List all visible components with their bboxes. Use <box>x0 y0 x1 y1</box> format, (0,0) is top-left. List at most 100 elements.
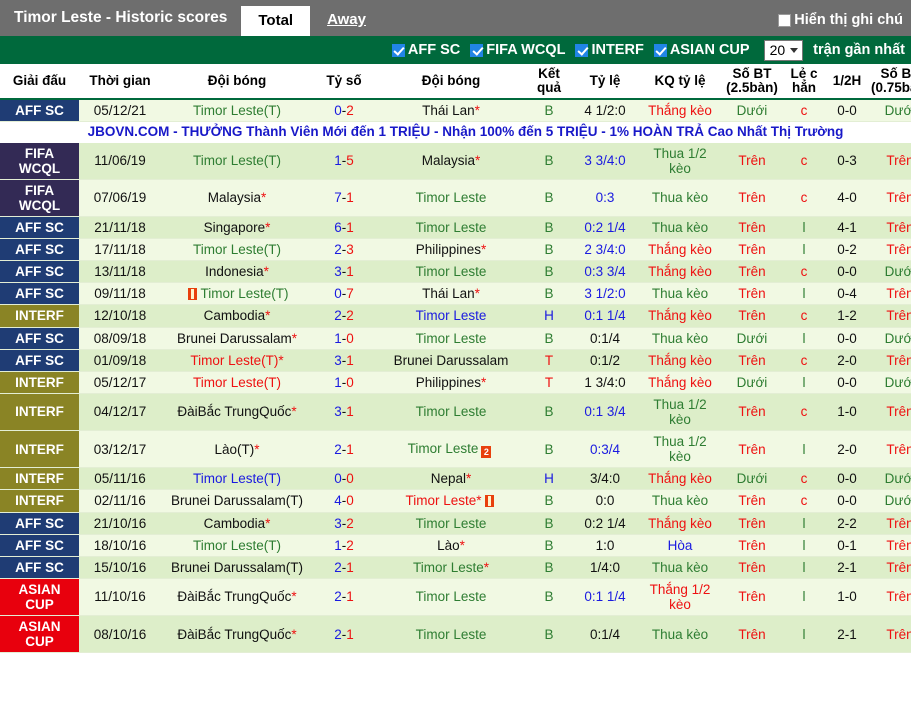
league-badge[interactable]: AFF SC <box>0 327 79 350</box>
away-team[interactable]: Brunei Darussalam <box>375 349 527 372</box>
table-row[interactable]: AFF SC 18/10/16 Timor Leste(T) 1-2 Lào* B 1:0 H… <box>0 534 911 557</box>
away-team[interactable]: Timor Leste <box>375 260 527 284</box>
table-row[interactable]: INTERF 03/12/17 Lào(T)* 2-1 Timor Leste 2 B 0:3… <box>0 430 911 469</box>
show-notes-checkbox[interactable] <box>778 13 792 27</box>
league-badge[interactable]: FIFA WCQL <box>0 179 79 218</box>
table-row[interactable]: AFF SC 21/10/16 Cambodia* 3-2 Timor Leste B 0:… <box>0 512 911 535</box>
col-score[interactable]: Tỷ số <box>313 64 375 101</box>
filter-interf[interactable]: INTERF <box>575 42 644 58</box>
league-badge[interactable]: AFF SC <box>0 534 79 557</box>
home-team[interactable]: Timor Leste(T) <box>161 238 313 262</box>
home-team[interactable]: ĐàiBắc TrungQuốc* <box>161 615 313 654</box>
league-badge[interactable]: INTERF <box>0 489 79 513</box>
col-odd-even[interactable]: Lẻ c hẳn <box>783 64 825 101</box>
league-badge[interactable]: AFF SC <box>0 99 79 123</box>
league-badge[interactable]: AFF SC <box>0 512 79 535</box>
home-team[interactable]: Cambodia* <box>161 512 313 535</box>
ad-banner-cell[interactable]: JBOVN.COM - THƯỞNG Thành Viên Mới đến 1 … <box>0 121 911 143</box>
home-team[interactable]: ĐàiBắc TrungQuốc* <box>161 393 313 432</box>
table-row[interactable]: FIFA WCQL 07/06/19 Malaysia* 7-1 Timor Leste… <box>0 179 911 218</box>
home-team[interactable]: Malaysia* <box>161 179 313 218</box>
home-team[interactable]: Timor Leste(T) <box>161 142 313 180</box>
home-team[interactable]: Singapore* <box>161 216 313 240</box>
ad-banner-row[interactable]: JBOVN.COM - THƯỞNG Thành Viên Mới đến 1 … <box>0 121 911 143</box>
away-team[interactable]: Lào* <box>375 534 527 557</box>
league-badge[interactable]: INTERF <box>0 430 79 469</box>
away-team[interactable]: Timor Leste <box>375 179 527 218</box>
table-row[interactable]: INTERF 12/10/18 Cambodia* 2-2 Timor Leste H 0:… <box>0 304 911 328</box>
col-away-team[interactable]: Đội bóng <box>375 64 527 101</box>
home-team[interactable]: ĐàiBắc TrungQuốc* <box>161 578 313 617</box>
away-team[interactable]: Malaysia* <box>375 142 527 180</box>
col-home-team[interactable]: Đội bóng <box>161 64 313 101</box>
league-badge[interactable]: AFF SC <box>0 282 79 306</box>
home-team[interactable]: Brunei Darussalam* <box>161 327 313 350</box>
league-badge[interactable]: INTERF <box>0 304 79 328</box>
col-odds[interactable]: Tỷ lệ <box>571 64 639 101</box>
table-row[interactable]: AFF SC 08/09/18 Brunei Darussalam* 1-0 Timor… <box>0 327 911 350</box>
league-badge[interactable]: ASIAN CUP <box>0 615 79 654</box>
table-row[interactable]: AFF SC 01/09/18 Timor Leste(T)* 3-1 Brunei D… <box>0 349 911 372</box>
checkbox-interf[interactable] <box>575 43 589 57</box>
filter-fifa-wcql[interactable]: FIFA WCQL <box>470 42 565 58</box>
checkbox-fifa-wcql[interactable] <box>470 43 484 57</box>
away-team[interactable]: Thái Lan* <box>375 99 527 123</box>
home-team[interactable]: Timor Leste(T) <box>161 282 313 306</box>
away-team[interactable]: Timor Leste <box>375 327 527 350</box>
league-badge[interactable]: AFF SC <box>0 260 79 284</box>
filter-aff-sc[interactable]: AFF SC <box>391 42 460 58</box>
home-team[interactable]: Brunei Darussalam(T) <box>161 489 313 513</box>
col-ou-25[interactable]: Số BT (2.5bàn) <box>721 64 783 101</box>
home-team[interactable]: Timor Leste(T) <box>161 99 313 123</box>
show-notes-group[interactable]: Hiển thị ghi chú <box>778 12 911 36</box>
table-row[interactable]: ASIAN CUP 11/10/16 ĐàiBắc TrungQuốc* 2-1 Tim… <box>0 578 911 617</box>
filter-asian-cup[interactable]: ASIAN CUP <box>653 42 750 58</box>
home-team[interactable]: Timor Leste(T) <box>161 534 313 557</box>
col-odds-result[interactable]: KQ tỷ lệ <box>639 64 721 101</box>
table-row[interactable]: FIFA WCQL 11/06/19 Timor Leste(T) 1-5 Malays… <box>0 142 911 180</box>
home-team[interactable]: Brunei Darussalam(T) <box>161 556 313 579</box>
league-badge[interactable]: AFF SC <box>0 556 79 579</box>
table-row[interactable]: INTERF 04/12/17 ĐàiBắc TrungQuốc* 3-1 Timor … <box>0 393 911 432</box>
home-team[interactable]: Timor Leste(T) <box>161 467 313 491</box>
tab-total[interactable]: Total <box>241 6 311 36</box>
home-team[interactable]: Indonesia* <box>161 260 313 284</box>
table-row[interactable]: AFF SC 09/11/18 Timor Leste(T) 0-7 Thái Lan*… <box>0 282 911 306</box>
table-row[interactable]: INTERF 02/11/16 Brunei Darussalam(T) 4-0 Tim… <box>0 489 911 513</box>
league-badge[interactable]: AFF SC <box>0 349 79 372</box>
away-team[interactable]: Timor Leste <box>375 512 527 535</box>
away-team[interactable]: Timor Leste <box>375 304 527 328</box>
league-badge[interactable]: AFF SC <box>0 216 79 240</box>
away-team[interactable]: Timor Leste 2 <box>375 430 527 469</box>
league-badge[interactable]: INTERF <box>0 467 79 491</box>
table-row[interactable]: AFF SC 13/11/18 Indonesia* 3-1 Timor Leste B 0… <box>0 260 911 284</box>
col-ou-075[interactable]: Số BT (0.75bàn) <box>869 64 911 101</box>
league-badge[interactable]: INTERF <box>0 371 79 394</box>
away-team[interactable]: Timor Leste <box>375 393 527 432</box>
home-team[interactable]: Cambodia* <box>161 304 313 328</box>
away-team[interactable]: Timor Leste <box>375 615 527 654</box>
league-badge[interactable]: ASIAN CUP <box>0 578 79 617</box>
away-team[interactable]: Thái Lan* <box>375 282 527 306</box>
table-row[interactable]: INTERF 05/11/16 Timor Leste(T) 0-0 Nepal* H 3/… <box>0 467 911 491</box>
away-team[interactable]: Timor Leste* <box>375 489 527 513</box>
away-team[interactable]: Timor Leste <box>375 216 527 240</box>
table-row[interactable]: ASIAN CUP 08/10/16 ĐàiBắc TrungQuốc* 2-1 Tim… <box>0 615 911 654</box>
col-league[interactable]: Giải đấu <box>0 64 79 101</box>
league-badge[interactable]: AFF SC <box>0 238 79 262</box>
table-row[interactable]: AFF SC 05/12/21 Timor Leste(T) 0-2 Thái Lan*… <box>0 99 911 123</box>
col-time[interactable]: Thời gian <box>79 64 161 101</box>
checkbox-aff-sc[interactable] <box>391 43 405 57</box>
table-row[interactable]: AFF SC 17/11/18 Timor Leste(T) 2-3 Philippin… <box>0 238 911 262</box>
home-team[interactable]: Lào(T)* <box>161 430 313 469</box>
away-team[interactable]: Philippines* <box>375 238 527 262</box>
away-team[interactable]: Timor Leste <box>375 578 527 617</box>
col-half-time[interactable]: 1/2H <box>825 64 869 101</box>
checkbox-asian-cup[interactable] <box>653 43 667 57</box>
col-result[interactable]: Kết quả <box>527 64 571 101</box>
league-badge[interactable]: INTERF <box>0 393 79 432</box>
away-team[interactable]: Nepal* <box>375 467 527 491</box>
home-team[interactable]: Timor Leste(T)* <box>161 349 313 372</box>
away-team[interactable]: Timor Leste* <box>375 556 527 579</box>
home-team[interactable]: Timor Leste(T) <box>161 371 313 394</box>
